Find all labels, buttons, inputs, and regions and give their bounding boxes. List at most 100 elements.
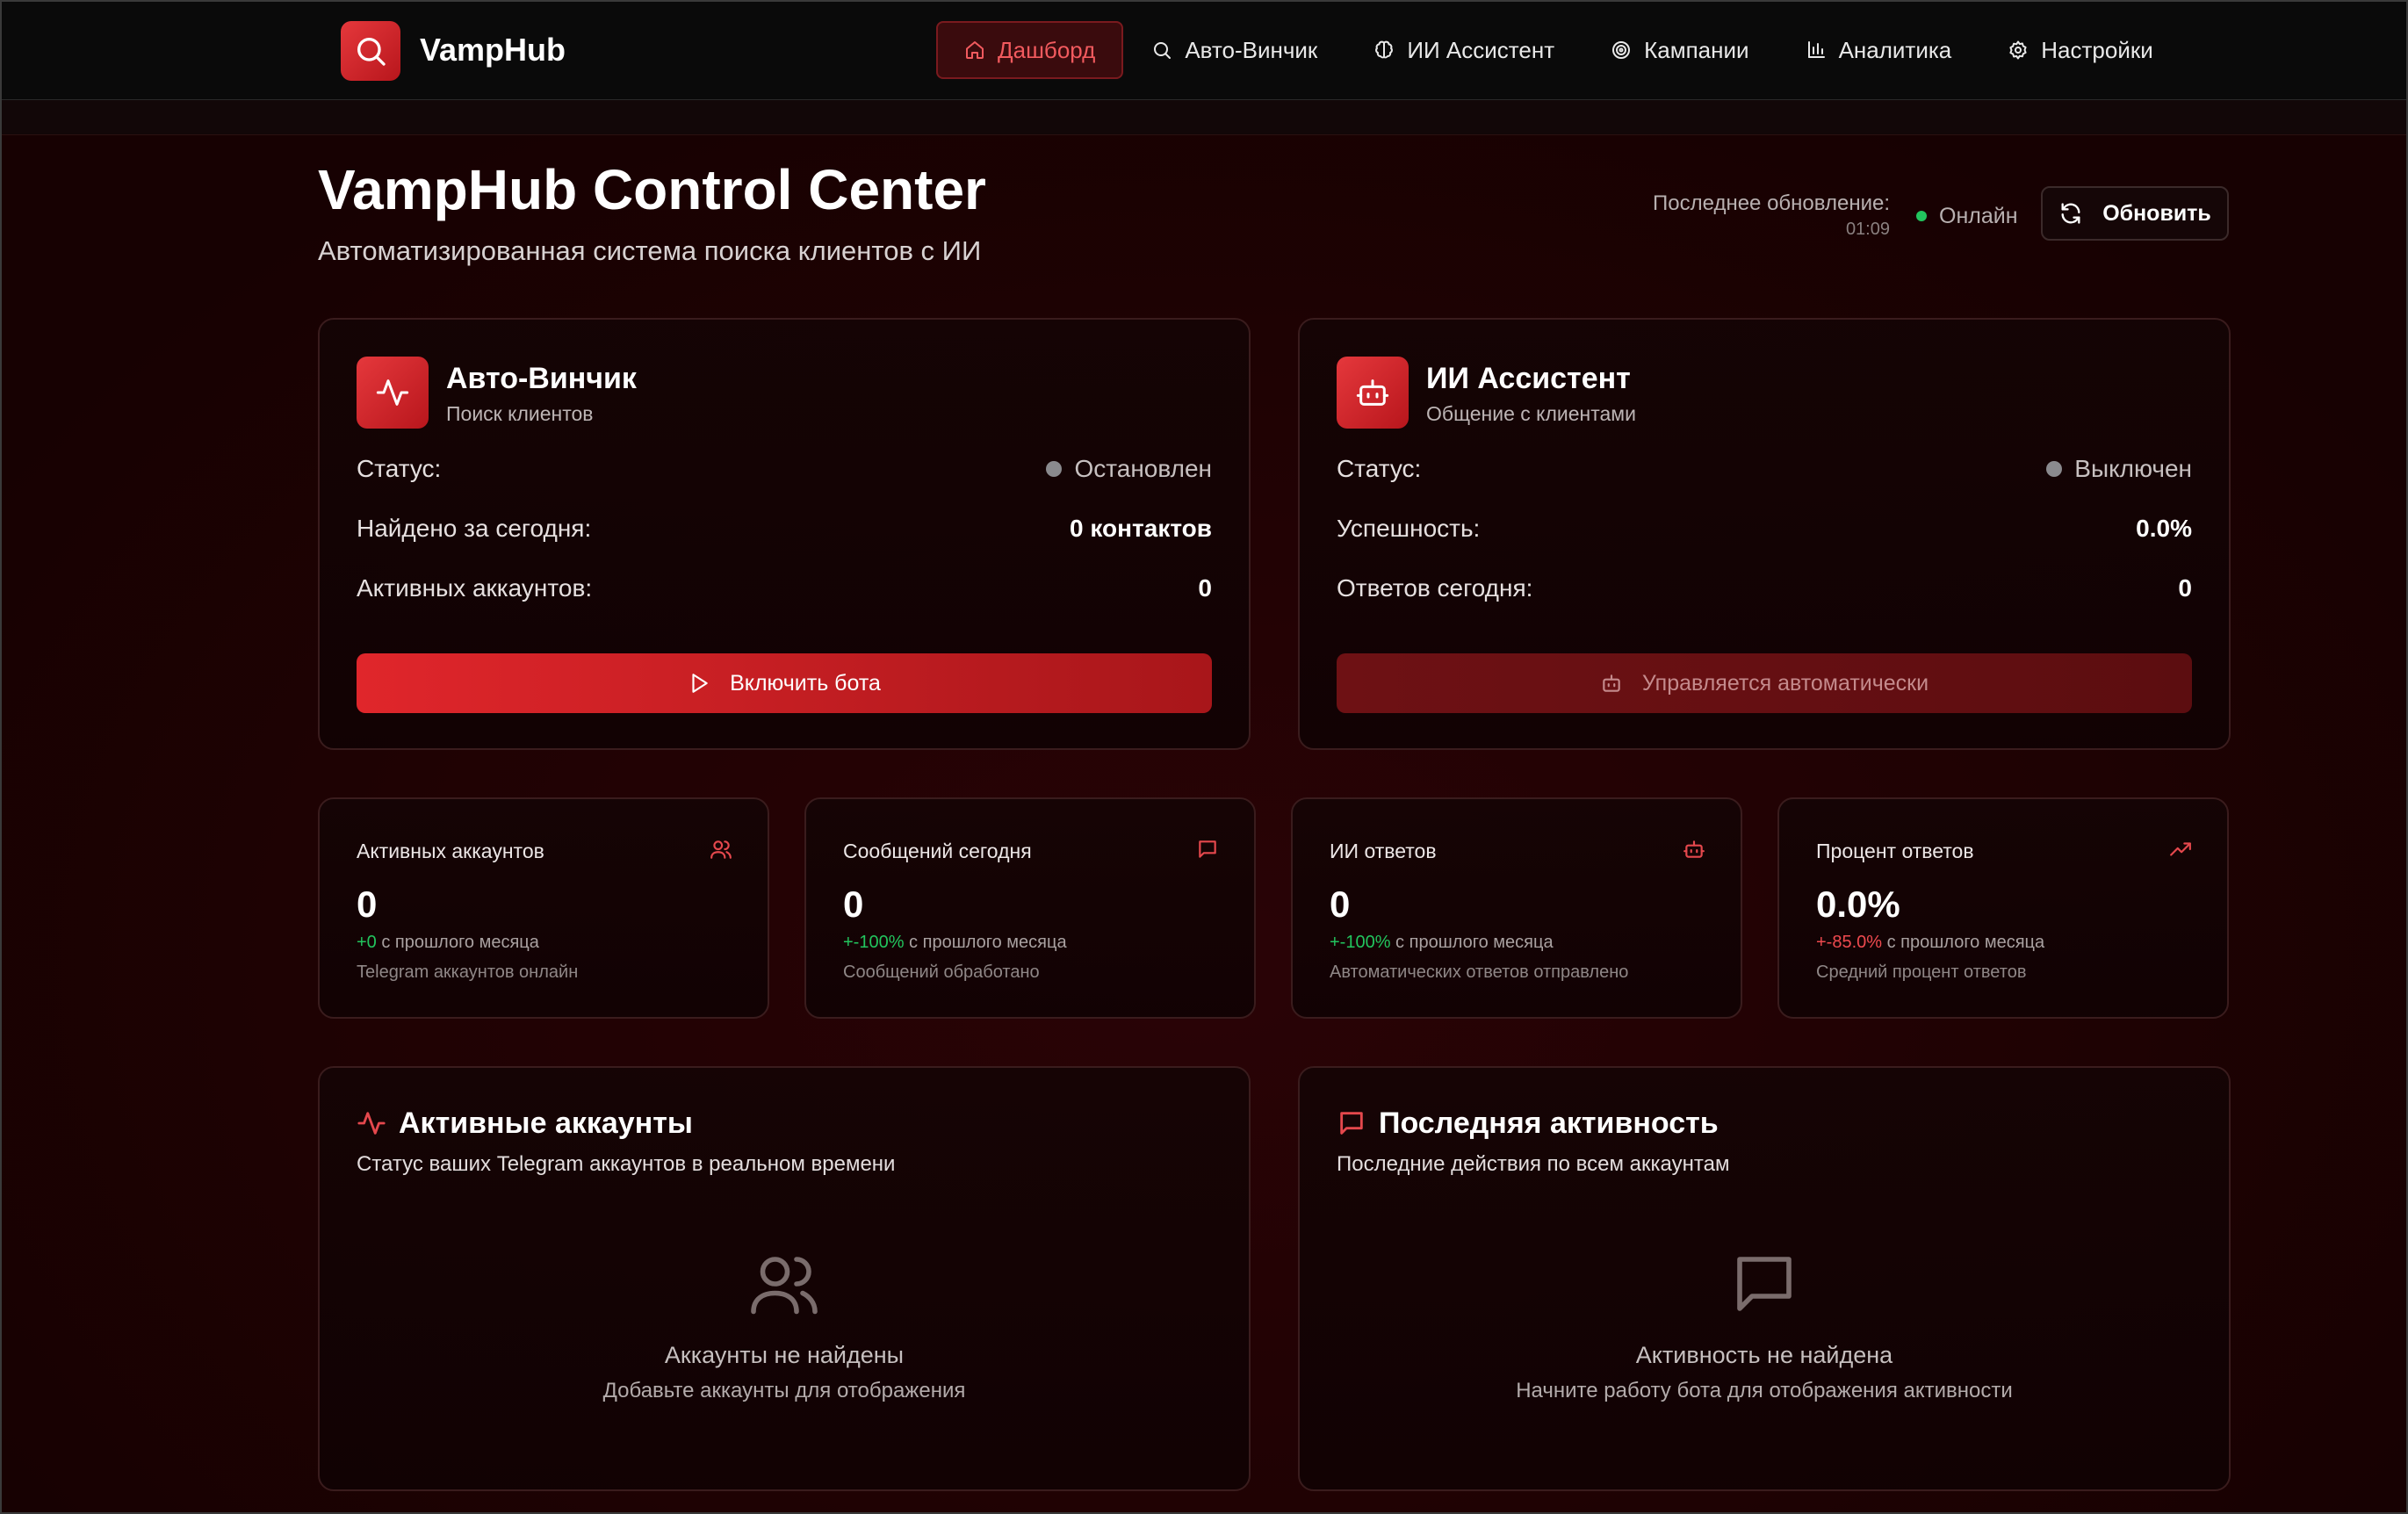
message-icon [1340,1112,1363,1135]
nav-item-dashboard[interactable]: Дашборд [936,21,1124,79]
stat-card-ai-replies: ИИ ответов 0 +-100% с прошлого месяца Ав… [1291,797,1742,1019]
app-name[interactable]: VampHub [420,28,566,72]
stat-card-active-accounts: Активных аккаунтов 0 +0 с прошлого месяц… [318,797,769,1019]
page-title: VampHub Control Center [318,158,986,221]
search-icon [1154,42,1172,59]
stat-title: Сообщений сегодня [843,840,1032,862]
target-icon [1612,41,1631,59]
brain-icon [1375,40,1394,59]
stat-description: Telegram аккаунтов онлайн [357,962,579,982]
bot-name: Авто-Винчик [446,362,637,395]
stat-description: Автоматических ответов отправлено [1330,962,1629,982]
nav-item-label: Настройки [2041,36,2153,63]
stat-title: Процент ответов [1816,840,1974,862]
nav-item-settings[interactable]: Настройки [1979,21,2181,79]
last-update-time: 01:09 [1845,220,1890,239]
play-icon [692,674,708,693]
bar-chart-icon [1807,41,1825,58]
connection-status: Онлайн [1916,200,2018,232]
status-text: Выключен [2074,455,2192,482]
stat-change-suffix: с прошлого месяца [1882,933,2045,952]
row-value: 0 контактов [1070,515,1212,542]
connection-status-label: Онлайн [1939,204,2018,228]
nav-item-campaigns[interactable]: Кампании [1583,21,1777,79]
status-text: Остановлен [1074,455,1212,482]
bot-subtitle: Поиск клиентов [446,402,594,425]
row-label: Ответов сегодня: [1337,574,1533,602]
stat-description: Сообщений обработано [843,962,1040,982]
users-icon [320,1247,1249,1321]
stat-card-reply-rate: Процент ответов 0.0% +-85.0% с прошлого … [1777,797,2229,1019]
row-label: Статус: [1337,455,1422,482]
refresh-label: Обновить [2102,200,2211,226]
panel-subtitle: Статус ваших Telegram аккаунтов в реальн… [357,1152,896,1176]
auto-managed-label: Управляется автоматически [1641,670,1929,696]
bot-icon [1603,674,1620,692]
row-value: 0.0% [2136,515,2192,542]
trending-up-icon [2169,838,2192,865]
enable-bot-button[interactable]: Включить бота [357,653,1212,713]
page-subtitle: Автоматизированная система поиска клиент… [318,235,982,266]
status-dot-icon [1046,461,1063,477]
row-value: 0 [2178,574,2192,602]
enable-bot-label: Включить бота [730,670,881,696]
panel-subtitle: Последние действия по всем аккаунтам [1337,1152,1730,1176]
row-label: Активных аккаунтов: [357,574,593,602]
stat-value: 0 [357,883,378,925]
panel-title: Активные аккаунты [399,1107,693,1140]
auto-winchik-card: Авто-Винчик Поиск клиентов Статус: Остан… [318,318,1251,750]
panel-header: Последняя активность [1337,1103,1719,1143]
stat-change-suffix: с прошлого месяца [376,933,539,952]
stat-change-value: +-100% [843,933,905,952]
empty-state-title: Активность не найдена [1635,1342,1893,1368]
online-dot-icon [1916,211,1927,221]
stat-change-suffix: с прошлого месяца [1390,933,1554,952]
nav-item-analytics[interactable]: Аналитика [1777,21,1980,79]
stat-value: 0 [843,883,864,925]
activity-icon [357,1112,386,1135]
nav-item-ai-assistant[interactable]: ИИ Ассистент [1345,21,1583,79]
stat-title: Активных аккаунтов [357,840,544,862]
status-value: Остановлен [1046,455,1212,483]
last-update-label: Последнее обновление: [1653,191,1890,215]
app-window: VampHub Дашборд Авто-Винчик ИИ Ассистент… [0,0,2408,1514]
message-icon [1300,1247,2229,1321]
stat-change-value: +-100% [1330,933,1391,952]
stat-change: +-100% с прошлого месяца [1330,933,1554,953]
nav-menu: Дашборд Авто-Винчик ИИ Ассистент Кампани… [936,21,2181,79]
stat-change-value: +-85.0% [1816,933,1883,952]
top-navbar: VampHub Дашборд Авто-Винчик ИИ Ассистент… [2,2,2406,100]
stat-change-suffix: с прошлого месяца [904,933,1067,952]
refresh-button[interactable]: Обновить [2041,186,2229,241]
nav-item-auto-winchik[interactable]: Авто-Винчик [1123,21,1345,79]
bot-subtitle: Общение с клиентами [1426,402,1636,425]
empty-state-subtitle: Начните работу бота для отображения акти… [1516,1379,2013,1402]
ai-assistant-card: ИИ Ассистент Общение с клиентами Статус:… [1298,318,2231,750]
stat-change: +0 с прошлого месяца [357,933,539,953]
row-label: Найдено за сегодня: [357,515,592,542]
panel-title: Последняя активность [1379,1107,1719,1140]
recent-activity-panel: Последняя активность Последние действия … [1298,1066,2231,1491]
replies-today-row: Ответов сегодня: 0 [1337,569,2192,608]
status-value: Выключен [2046,455,2192,483]
logo-search-icon[interactable] [341,21,400,81]
stat-value: 0 [1330,883,1351,925]
users-icon [710,838,732,865]
auto-managed-button[interactable]: Управляется автоматически [1337,653,2192,713]
stat-value: 0.0% [1816,883,1900,925]
empty-state-subtitle: Добавьте аккаунты для отображения [602,1379,966,1402]
status-row: Статус: Остановлен [357,450,1212,488]
activity-icon [357,357,429,429]
bot-name: ИИ Ассистент [1426,362,1631,395]
status-dot-icon [2046,461,2063,477]
status-row: Статус: Выключен [1337,450,2192,488]
stat-change-value: +0 [357,933,377,952]
stat-change: +-100% с прошлого месяца [843,933,1067,953]
nav-item-label: Дашборд [998,36,1096,63]
bot-icon [1683,838,1705,865]
nav-item-label: ИИ Ассистент [1407,36,1555,63]
nav-item-label: Кампании [1644,36,1749,63]
stat-description: Средний процент ответов [1816,962,2027,982]
stat-card-messages-today: Сообщений сегодня 0 +-100% с прошлого ме… [804,797,1256,1019]
refresh-icon [2061,203,2080,224]
